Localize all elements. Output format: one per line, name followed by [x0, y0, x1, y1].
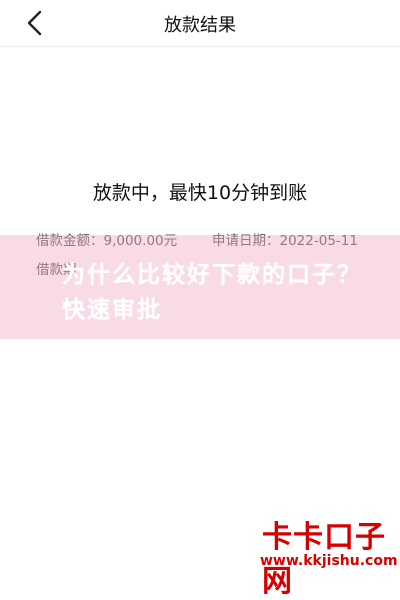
top-nav-bar: 放款结果 [0, 0, 400, 47]
loan-status-text: 放款中，最快10分钟到账 [92, 182, 308, 204]
page-title: 放款结果 [164, 15, 236, 36]
overlay-banner-text: 为什么比较好下款的口子？快速审批 [62, 262, 362, 323]
watermark-url: www.kkjishu.com [260, 553, 398, 569]
site-watermark: 卡卡口子网 www.kkjishu.com [258, 510, 400, 599]
